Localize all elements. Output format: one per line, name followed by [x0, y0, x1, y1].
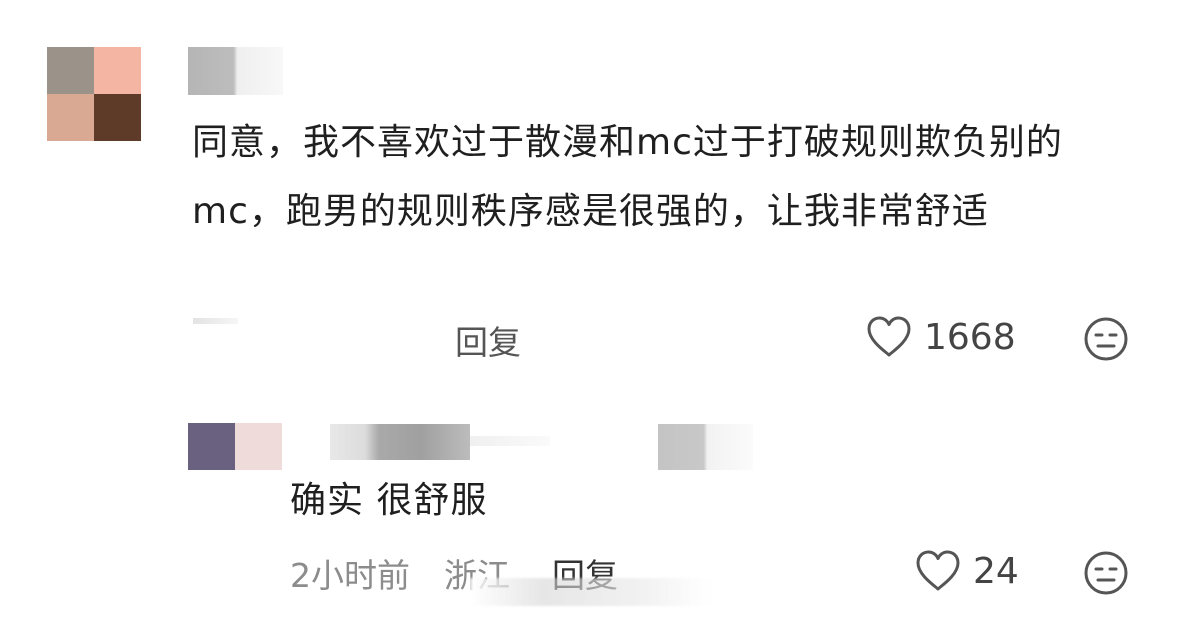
commenter-username[interactable]: [188, 47, 283, 95]
reply-like-count: 24: [973, 550, 1019, 592]
watermark-blur: [470, 578, 710, 606]
commenter-avatar[interactable]: [47, 47, 141, 141]
comment-text: 同意，我不喜欢过于散漫和mc过于打破规则欺负别的mc，跑男的规则秩序感是很强的，…: [192, 122, 1063, 232]
heart-outline-icon: [916, 550, 960, 591]
heart-outline-icon: [867, 316, 911, 357]
neutral-face-icon[interactable]: [1083, 550, 1129, 596]
comment-reply-button[interactable]: 回复: [455, 316, 521, 364]
reply-to-username[interactable]: [658, 424, 753, 470]
replier-username[interactable]: [330, 424, 470, 460]
replier-username-tail: [470, 436, 550, 446]
comment-meta-blur: [193, 318, 238, 324]
reply-text: 确实 很舒服: [290, 480, 488, 521]
comment-like-button[interactable]: 1668: [866, 316, 1016, 358]
replier-avatar[interactable]: [188, 423, 282, 470]
reply-timestamp: 2小时前: [290, 556, 410, 595]
reply-like-button[interactable]: 24: [915, 550, 1019, 592]
neutral-face-icon[interactable]: [1083, 316, 1129, 362]
comment-like-count: 1668: [924, 316, 1016, 358]
